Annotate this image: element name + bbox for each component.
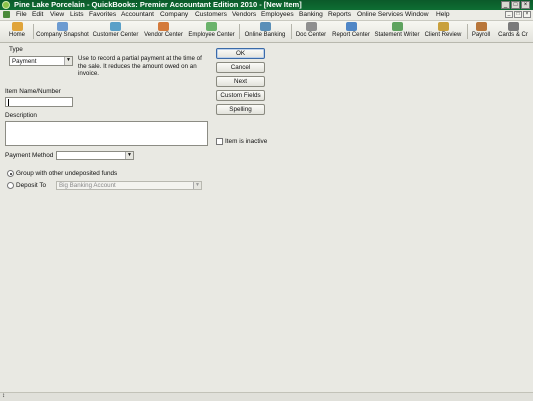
menu-window[interactable]: Window [405, 10, 428, 20]
item-name-label: Item Name/Number [5, 88, 61, 95]
group-undeposited-radio[interactable] [7, 170, 14, 177]
menu-lists[interactable]: Lists [70, 10, 84, 20]
deposit-to-dropdown[interactable]: Big Banking Account ▼ [56, 181, 202, 190]
description-label: Description [5, 112, 37, 119]
client-review-icon [437, 22, 449, 31]
menu-reports[interactable]: Reports [328, 10, 351, 20]
new-item-window: Type Payment ▼ Use to record a partial p… [0, 42, 533, 400]
toolbar-company-snapshot-button[interactable]: Company Snapshot [35, 22, 90, 41]
customer-center-icon [110, 22, 121, 31]
menu-view[interactable]: View [50, 10, 64, 20]
menu-file[interactable]: File [16, 10, 27, 20]
menu-banking[interactable]: Banking [299, 10, 323, 20]
menu-accountant[interactable]: Accountant [121, 10, 154, 20]
quickbooks-logo-icon [2, 1, 10, 9]
cards-icon [507, 22, 519, 31]
icon-toolbar: Home Company Snapshot Customer Center Ve… [0, 21, 533, 43]
menu-company[interactable]: Company [160, 10, 188, 20]
close-icon[interactable]: × [521, 1, 530, 9]
type-label: Type [9, 46, 23, 53]
toolbar-home-button[interactable]: Home [3, 22, 31, 41]
menu-online-services[interactable]: Online Services [357, 10, 403, 20]
mdi-minimize-icon[interactable]: _ [505, 11, 513, 18]
title-bar: Pine Lake Porcelain - QuickBooks: Premie… [0, 0, 533, 10]
chevron-down-icon: ▼ [125, 152, 133, 159]
cancel-button[interactable]: Cancel [216, 62, 265, 73]
next-button[interactable]: Next [216, 76, 265, 87]
menu-employees[interactable]: Employees [261, 10, 294, 20]
spelling-button[interactable]: Spelling [216, 104, 265, 115]
toolbar-cards-button[interactable]: Cards & Cr [494, 22, 532, 41]
toolbar-online-banking-button[interactable]: Online Banking [241, 22, 289, 41]
item-inactive-checkbox[interactable] [216, 138, 223, 145]
menu-customers[interactable]: Customers [195, 10, 227, 20]
type-dropdown[interactable]: Payment ▼ [9, 56, 73, 66]
employee-center-icon [206, 22, 217, 31]
toolbar-doc-center-button[interactable]: Doc Center [293, 22, 329, 41]
toolbar-vendor-center-button[interactable]: Vendor Center [141, 22, 186, 41]
menu-favorites[interactable]: Favorites [89, 10, 116, 20]
vendor-center-icon [158, 22, 169, 31]
toolbar-report-center-button[interactable]: Report Center [330, 22, 372, 41]
deposit-to-label: Deposit To [16, 182, 47, 189]
text-caret [8, 99, 9, 106]
custom-fields-button[interactable]: Custom Fields [216, 90, 265, 101]
item-name-input[interactable] [5, 97, 73, 107]
company-snapshot-icon [57, 22, 68, 31]
type-description: Use to record a partial payment at the t… [78, 55, 202, 77]
mdi-restore-icon[interactable]: □ [514, 11, 522, 18]
payroll-icon [475, 22, 487, 31]
doc-center-icon [305, 22, 317, 31]
mdi-close-icon[interactable]: × [523, 11, 531, 18]
toolbar-client-review-button[interactable]: Client Review [422, 22, 464, 41]
chevron-down-icon: ▼ [64, 57, 72, 65]
menu-edit[interactable]: Edit [32, 10, 43, 20]
chevron-down-icon: ▼ [193, 182, 201, 189]
maximize-icon[interactable]: □ [511, 1, 520, 9]
menu-help[interactable]: Help [436, 10, 450, 20]
ok-button[interactable]: OK [216, 48, 265, 59]
document-icon[interactable] [3, 11, 10, 18]
statement-writer-icon [391, 22, 403, 31]
toolbar-customer-center-button[interactable]: Customer Center [92, 22, 139, 41]
minimize-icon[interactable]: _ [501, 1, 510, 9]
report-center-icon [345, 22, 357, 31]
online-banking-icon [259, 22, 271, 31]
window-title: Pine Lake Porcelain - QuickBooks: Premie… [14, 0, 302, 9]
description-textarea[interactable] [5, 121, 208, 146]
menu-bar: File Edit View Lists Favorites Accountan… [0, 10, 533, 21]
toolbar-payroll-button[interactable]: Payroll [469, 22, 493, 41]
resize-arrow-icon[interactable]: ↕ [2, 393, 5, 400]
group-undeposited-label: Group with other undeposited funds [16, 170, 118, 177]
payment-method-label: Payment Method [5, 152, 54, 159]
deposit-to-radio[interactable] [7, 182, 14, 189]
menu-vendors[interactable]: Vendors [232, 10, 256, 20]
item-inactive-label: Item is inactive [225, 138, 268, 145]
payment-method-dropdown[interactable]: ▼ [56, 151, 134, 160]
home-icon [11, 22, 23, 31]
toolbar-employee-center-button[interactable]: Employee Center [187, 22, 236, 41]
toolbar-statement-writer-button[interactable]: Statement Writer [373, 22, 421, 41]
